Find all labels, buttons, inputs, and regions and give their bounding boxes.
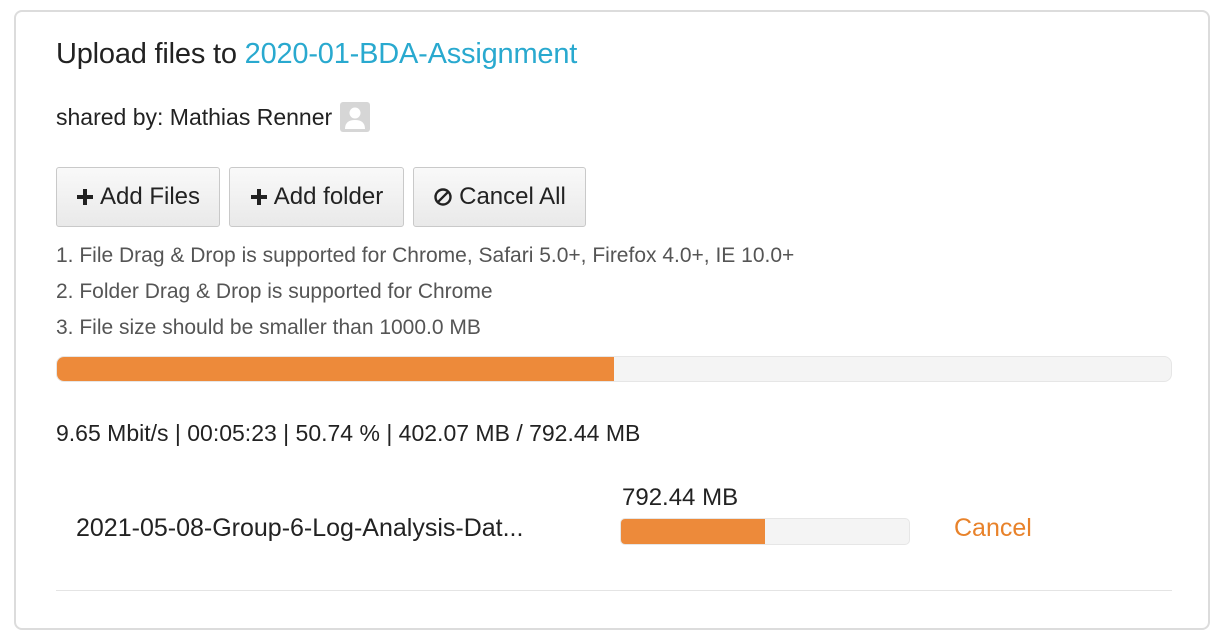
title-prefix: Upload files to [56, 38, 237, 70]
folder-link[interactable]: 2020-01-BDA-Assignment [245, 38, 578, 70]
user-avatar-icon [340, 102, 371, 132]
add-files-button[interactable]: Add Files [56, 167, 220, 227]
file-cancel-link[interactable]: Cancel [954, 514, 1032, 543]
file-progress-bar [620, 518, 910, 545]
upload-stats: 9.65 Mbit/s | 00:05:23 | 50.74 % | 402.0… [56, 420, 641, 446]
shared-by-label: shared by: Mathias Renner [56, 103, 333, 130]
overall-progress-bar [56, 356, 1172, 382]
divider [56, 590, 1172, 591]
file-name: 2021-05-08-Group-6-Log-Analysis-Dat... [76, 514, 524, 542]
overall-progress-fill [57, 357, 614, 381]
shared-by: shared by: Mathias Renner [56, 102, 371, 132]
add-files-label: Add Files [99, 183, 201, 210]
add-folder-button[interactable]: Add folder [229, 167, 404, 227]
plus-icon [76, 188, 94, 206]
file-progress-fill [621, 519, 765, 544]
upload-notes: 1. File Drag & Drop is supported for Chr… [56, 243, 794, 351]
page-title: Upload files to 2020-01-BDA-Assignment [56, 38, 577, 71]
file-size: 792.44 MB [622, 484, 739, 511]
note-item: 2. Folder Drag & Drop is supported for C… [56, 280, 493, 303]
cancel-all-label: Cancel All [459, 183, 566, 210]
ban-icon [433, 187, 453, 207]
cancel-all-button[interactable]: Cancel All [413, 167, 586, 227]
note-item: 1. File Drag & Drop is supported for Chr… [56, 244, 795, 267]
plus-icon [250, 188, 268, 206]
upload-panel: Upload files to 2020-01-BDA-Assignment s… [14, 10, 1210, 630]
add-folder-label: Add folder [273, 183, 384, 210]
note-item: 3. File size should be smaller than 1000… [56, 316, 481, 339]
file-row: 2021-05-08-Group-6-Log-Analysis-Dat... 7… [56, 482, 1172, 592]
